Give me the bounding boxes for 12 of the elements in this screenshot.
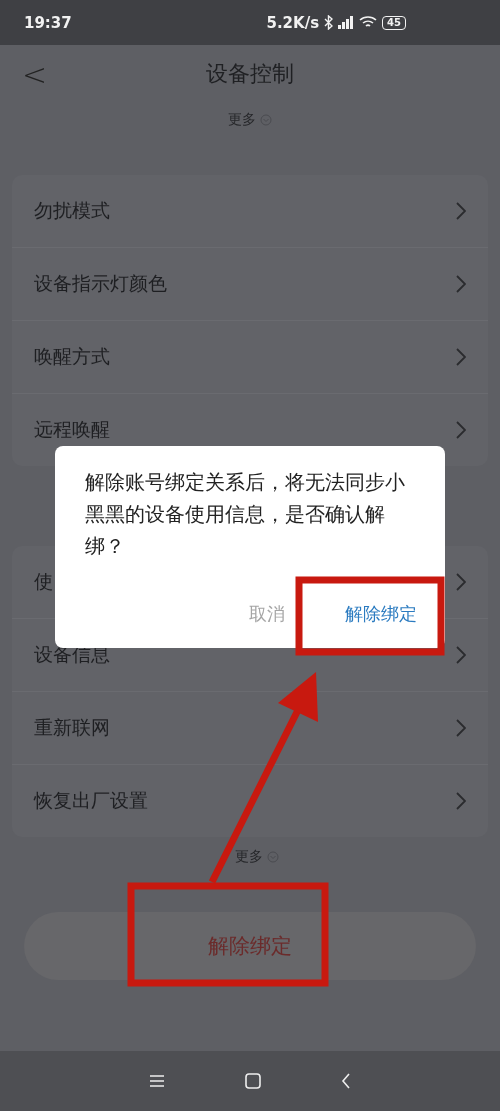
row-label: 使 bbox=[34, 569, 53, 594]
battery-level: 45 bbox=[382, 15, 406, 30]
row-label: 唤醒方式 bbox=[34, 344, 110, 369]
row-label: 恢复出厂设置 bbox=[34, 788, 148, 813]
page-title: 设备控制 bbox=[206, 60, 294, 88]
row-label: 设备指示灯颜色 bbox=[34, 271, 167, 296]
network-speed: 5.2K/s bbox=[266, 13, 320, 32]
row-label: 勿扰模式 bbox=[34, 198, 110, 223]
row-label: 远程唤醒 bbox=[34, 417, 110, 442]
dialog-message: 解除账号绑定关系后，将无法同步小黑黑的设备使用信息，是否确认解绑？ bbox=[85, 469, 406, 560]
status-time: 19:37 bbox=[24, 13, 73, 32]
row-label: 重新联网 bbox=[34, 715, 110, 740]
